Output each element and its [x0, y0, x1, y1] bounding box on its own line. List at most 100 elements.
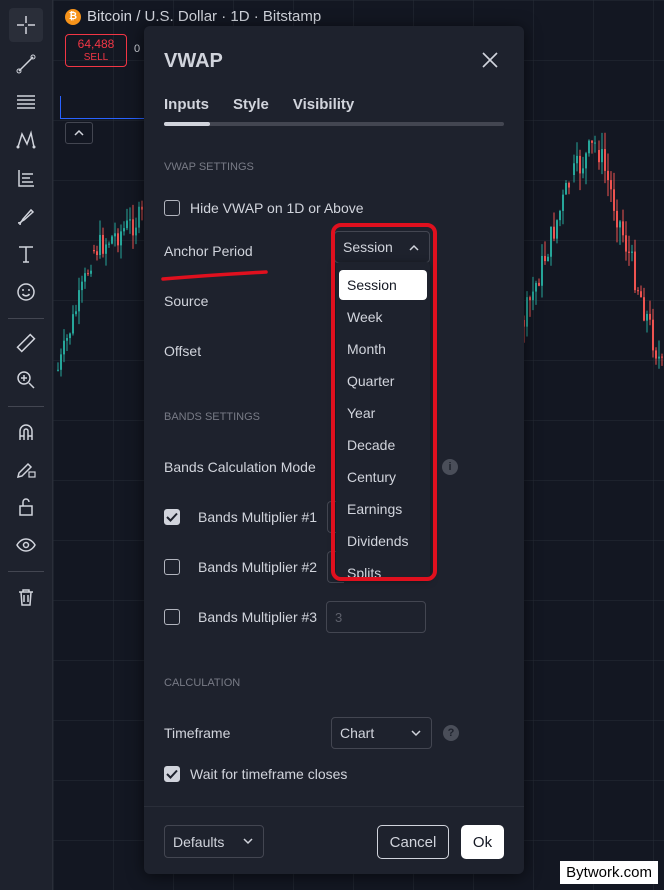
bands-multiplier-3-label: Bands Multiplier #3 — [198, 609, 318, 625]
candle-body — [81, 281, 83, 291]
candle-body — [573, 163, 575, 175]
candle-body — [585, 153, 587, 169]
info-icon[interactable]: i — [442, 459, 458, 475]
hide-vwap-checkbox[interactable] — [164, 200, 180, 216]
ok-button[interactable]: Ok — [461, 825, 504, 859]
bands-multiplier-1-label: Bands Multiplier #1 — [198, 509, 318, 525]
timeframe-select[interactable]: Chart — [331, 717, 432, 749]
tab-visibility[interactable]: Visibility — [293, 96, 354, 113]
drawing-toolbar — [0, 0, 53, 890]
trash-icon[interactable] — [9, 580, 43, 614]
close-button[interactable] — [478, 48, 502, 72]
candle-body — [69, 333, 71, 339]
magnet-icon[interactable] — [9, 415, 43, 449]
pattern-icon[interactable] — [9, 123, 43, 157]
candle-body — [93, 250, 95, 252]
close-icon — [482, 52, 498, 68]
tab-inputs[interactable]: Inputs — [164, 96, 209, 113]
candle-body — [102, 234, 104, 254]
toolbar-divider — [8, 571, 44, 572]
brush-icon[interactable] — [9, 199, 43, 233]
candle-body — [541, 255, 543, 286]
tab-scroll-track — [164, 122, 504, 126]
candle-body — [111, 236, 113, 244]
active-tab-indicator — [164, 122, 210, 126]
dialog-title: VWAP — [164, 50, 223, 72]
candle-body — [141, 206, 143, 210]
symbol-header[interactable]: ₿ Bitcoin / U.S. Dollar · 1D · Bitstamp — [65, 8, 321, 25]
eye-icon[interactable] — [9, 528, 43, 562]
bands-multiplier-1-checkbox[interactable] — [164, 509, 180, 525]
candle-body — [613, 189, 615, 211]
candle-body — [576, 155, 578, 164]
candle-body — [114, 233, 116, 237]
candle-body — [588, 140, 590, 154]
candle-body — [90, 270, 92, 274]
candle-body — [559, 210, 561, 221]
candle-body — [535, 282, 537, 292]
wait-timeframe-label: Wait for timeframe closes — [190, 766, 348, 782]
candle-body — [655, 350, 657, 359]
candle-body — [610, 180, 612, 190]
timeframe-label: Timeframe — [164, 725, 231, 741]
candle-body — [640, 291, 642, 298]
candle-body — [637, 290, 639, 292]
candle-body — [117, 233, 119, 246]
zoom-in-icon[interactable] — [9, 363, 43, 397]
candle-body — [631, 251, 633, 253]
candle-body — [547, 256, 549, 262]
trend-line-icon[interactable] — [9, 47, 43, 81]
candle-body — [601, 149, 603, 163]
candle-body — [568, 182, 570, 188]
fib-retracement-icon[interactable] — [9, 85, 43, 119]
cancel-button[interactable]: Cancel — [377, 825, 449, 859]
candle-body — [72, 314, 74, 334]
candle-body — [57, 369, 59, 371]
candle-body — [565, 182, 567, 195]
bands-multiplier-3-checkbox[interactable] — [164, 609, 180, 625]
sell-button[interactable]: 64,488 SELL — [65, 34, 127, 67]
candle-body — [129, 219, 131, 221]
candle-body — [649, 313, 651, 320]
text-icon[interactable] — [9, 237, 43, 271]
bands-settings-heading: BANDS SETTINGS — [164, 411, 260, 423]
emoji-icon[interactable] — [9, 275, 43, 309]
candle-body — [582, 168, 584, 174]
vwap-settings-heading: VWAP SETTINGS — [164, 161, 254, 173]
chevron-down-icon — [243, 838, 253, 845]
bands-multiplier-2-label: Bands Multiplier #2 — [198, 559, 318, 575]
candle-body — [123, 228, 125, 232]
candle-body — [532, 291, 534, 301]
calculation-heading: CALCULATION — [164, 677, 241, 689]
candle-body — [526, 297, 528, 327]
help-icon[interactable]: ? — [443, 725, 459, 741]
candle-body — [634, 251, 636, 291]
candle-body — [87, 273, 89, 275]
bands-multiplier-2-checkbox[interactable] — [164, 559, 180, 575]
footer-divider — [144, 806, 524, 807]
candle-body — [598, 150, 600, 163]
candle-body — [135, 227, 137, 236]
chevron-up-icon — [74, 129, 84, 136]
unlock-icon[interactable] — [9, 490, 43, 524]
candle-body — [105, 244, 107, 254]
candle-body — [622, 221, 624, 236]
annotation-highlight-box — [331, 223, 437, 581]
tab-style[interactable]: Style — [233, 96, 269, 113]
annotation-underline — [161, 270, 268, 281]
defaults-label: Defaults — [173, 833, 225, 850]
sell-price: 64,488 — [77, 36, 115, 51]
bands-multiplier-3-input[interactable]: 3 — [326, 601, 426, 633]
collapse-legend-button[interactable] — [65, 122, 93, 144]
defaults-dropdown[interactable]: Defaults — [164, 825, 264, 858]
candle-body — [126, 220, 128, 229]
candle-body — [138, 206, 140, 228]
wait-timeframe-checkbox[interactable] — [164, 766, 180, 782]
candle-body — [529, 297, 531, 301]
candle-body — [120, 231, 122, 246]
lock-drawing-icon[interactable] — [9, 452, 43, 486]
ruler-icon[interactable] — [9, 326, 43, 360]
crosshair-icon[interactable] — [9, 8, 43, 42]
projection-icon[interactable] — [9, 161, 43, 195]
toolbar-divider — [8, 406, 44, 407]
